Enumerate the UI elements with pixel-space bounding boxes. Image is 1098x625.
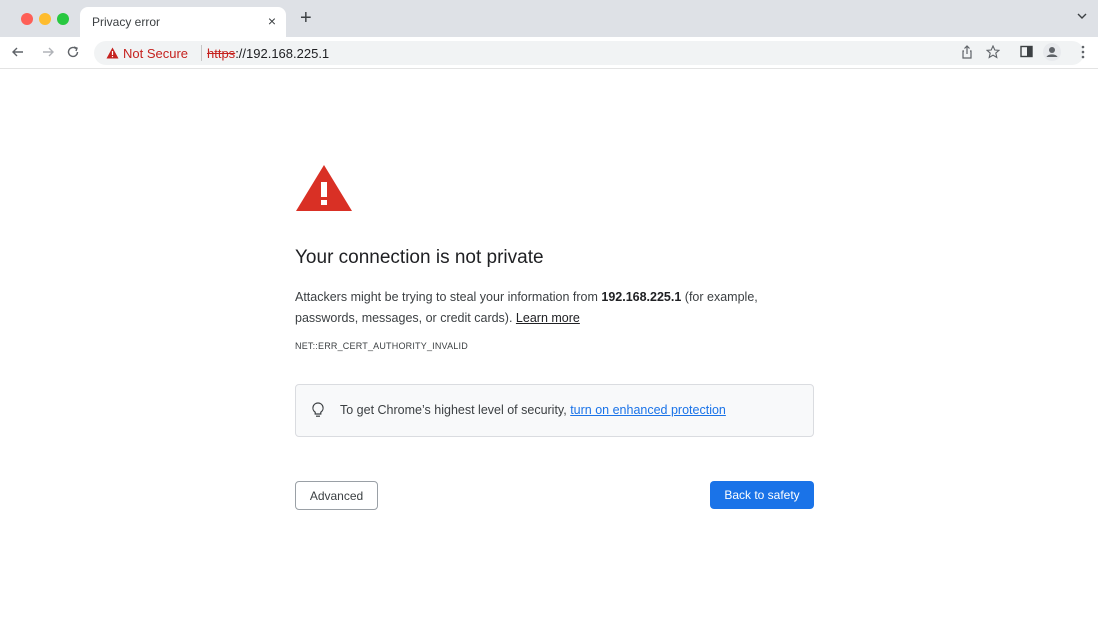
learn-more-link[interactable]: Learn more bbox=[516, 311, 580, 325]
arrow-left-icon[interactable] bbox=[11, 45, 25, 64]
tab-close-icon[interactable]: × bbox=[268, 12, 276, 30]
back-to-safety-button[interactable]: Back to safety bbox=[710, 481, 814, 509]
omnibox-divider bbox=[201, 45, 202, 61]
arrow-right-icon[interactable] bbox=[41, 45, 55, 64]
error-description: Attackers might be trying to steal your … bbox=[295, 287, 815, 329]
tab-privacy-error[interactable]: Privacy error × bbox=[80, 7, 286, 37]
page-title: Your connection is not private bbox=[295, 247, 544, 268]
warning-triangle-icon bbox=[295, 164, 353, 217]
new-tab-button[interactable]: + bbox=[300, 8, 312, 28]
tab-title: Privacy error bbox=[92, 15, 161, 29]
enhanced-protection-prefix: To get Chrome’s highest level of securit… bbox=[340, 403, 571, 417]
enhanced-protection-text: To get Chrome’s highest level of securit… bbox=[340, 403, 726, 417]
browser-toolbar: Not Secure https://192.168.225.1 bbox=[0, 37, 1098, 69]
reload-icon[interactable] bbox=[66, 45, 80, 64]
error-code[interactable]: NET::ERR_CERT_AUTHORITY_INVALID bbox=[295, 341, 468, 351]
chevron-down-icon[interactable] bbox=[1076, 9, 1088, 27]
address-bar[interactable]: Not Secure https://192.168.225.1 bbox=[94, 41, 1084, 65]
window-maximize-button[interactable] bbox=[57, 13, 69, 25]
warning-triangle-icon[interactable] bbox=[106, 46, 119, 64]
share-icon[interactable] bbox=[960, 45, 974, 64]
tab-strip: Privacy error × + bbox=[0, 0, 1098, 37]
enhanced-protection-promo: To get Chrome’s highest level of securit… bbox=[295, 384, 814, 437]
enhanced-protection-link[interactable]: turn on enhanced protection bbox=[570, 403, 726, 417]
window-minimize-button[interactable] bbox=[39, 13, 51, 25]
more-vert-icon[interactable] bbox=[1081, 45, 1085, 64]
side-panel-icon[interactable] bbox=[1020, 45, 1033, 63]
window-close-button[interactable] bbox=[21, 13, 33, 25]
description-text: Attackers might be trying to steal your … bbox=[295, 290, 602, 304]
security-status-label[interactable]: Not Secure bbox=[123, 46, 188, 61]
url-scheme: https bbox=[207, 46, 236, 61]
profile-icon[interactable] bbox=[1043, 43, 1061, 66]
lightbulb-icon bbox=[312, 402, 324, 423]
url-text[interactable]: https://192.168.225.1 bbox=[207, 46, 329, 61]
advanced-button[interactable]: Advanced bbox=[295, 481, 378, 510]
url-host: ://192.168.225.1 bbox=[235, 46, 330, 61]
host-address: 192.168.225.1 bbox=[601, 290, 682, 304]
star-icon[interactable] bbox=[985, 44, 1001, 64]
